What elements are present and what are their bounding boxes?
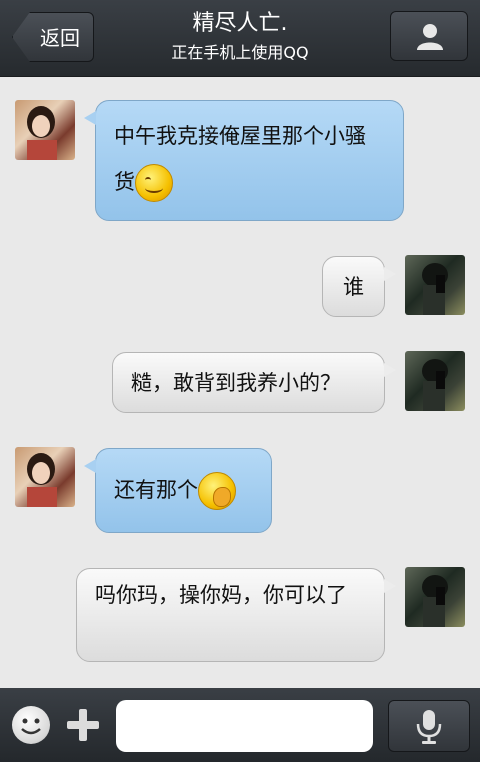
outgoing-message-bubble[interactable]: 糙，敢背到我养小的？ xyxy=(112,352,396,413)
message-text: 还有那个 xyxy=(114,478,198,502)
chat-header: 返回 精尽人亡. 正在手机上使用QQ xyxy=(0,0,480,77)
plus-icon xyxy=(67,709,99,741)
message-text: 谁 xyxy=(343,275,364,299)
incoming-message-bubble[interactable]: 还有那个 xyxy=(84,448,272,533)
chat-status: 正在手机上使用QQ xyxy=(171,43,309,62)
microphone-icon xyxy=(416,710,442,744)
contact-avatar[interactable] xyxy=(15,447,75,507)
profile-button[interactable] xyxy=(390,11,468,61)
emoji-button[interactable] xyxy=(12,706,50,744)
outgoing-message-bubble[interactable]: 谁 xyxy=(322,256,396,317)
message-input[interactable] xyxy=(116,700,373,752)
voice-button[interactable] xyxy=(388,700,470,752)
my-avatar[interactable] xyxy=(405,351,465,411)
hand-over-mouth-emoji-icon xyxy=(198,472,236,510)
chat-title: 精尽人亡. xyxy=(192,11,288,36)
input-bar xyxy=(0,688,480,762)
smile-emoji-icon xyxy=(135,164,173,202)
contact-avatar[interactable] xyxy=(15,100,75,160)
person-icon xyxy=(417,24,443,50)
message-text: 吗你玛，操你妈，你可以了 xyxy=(95,583,347,607)
incoming-message-bubble[interactable]: 中午我克接俺屋里那个小骚货 xyxy=(84,100,404,221)
my-avatar[interactable] xyxy=(405,255,465,315)
back-button[interactable]: 返回 xyxy=(12,12,94,62)
outgoing-message-bubble[interactable]: 吗你玛，操你妈，你可以了 xyxy=(76,568,396,662)
emoji-icon xyxy=(21,718,41,735)
my-avatar[interactable] xyxy=(405,567,465,627)
plus-button[interactable] xyxy=(64,706,102,744)
message-text: 糙，敢背到我养小的？ xyxy=(131,371,341,395)
